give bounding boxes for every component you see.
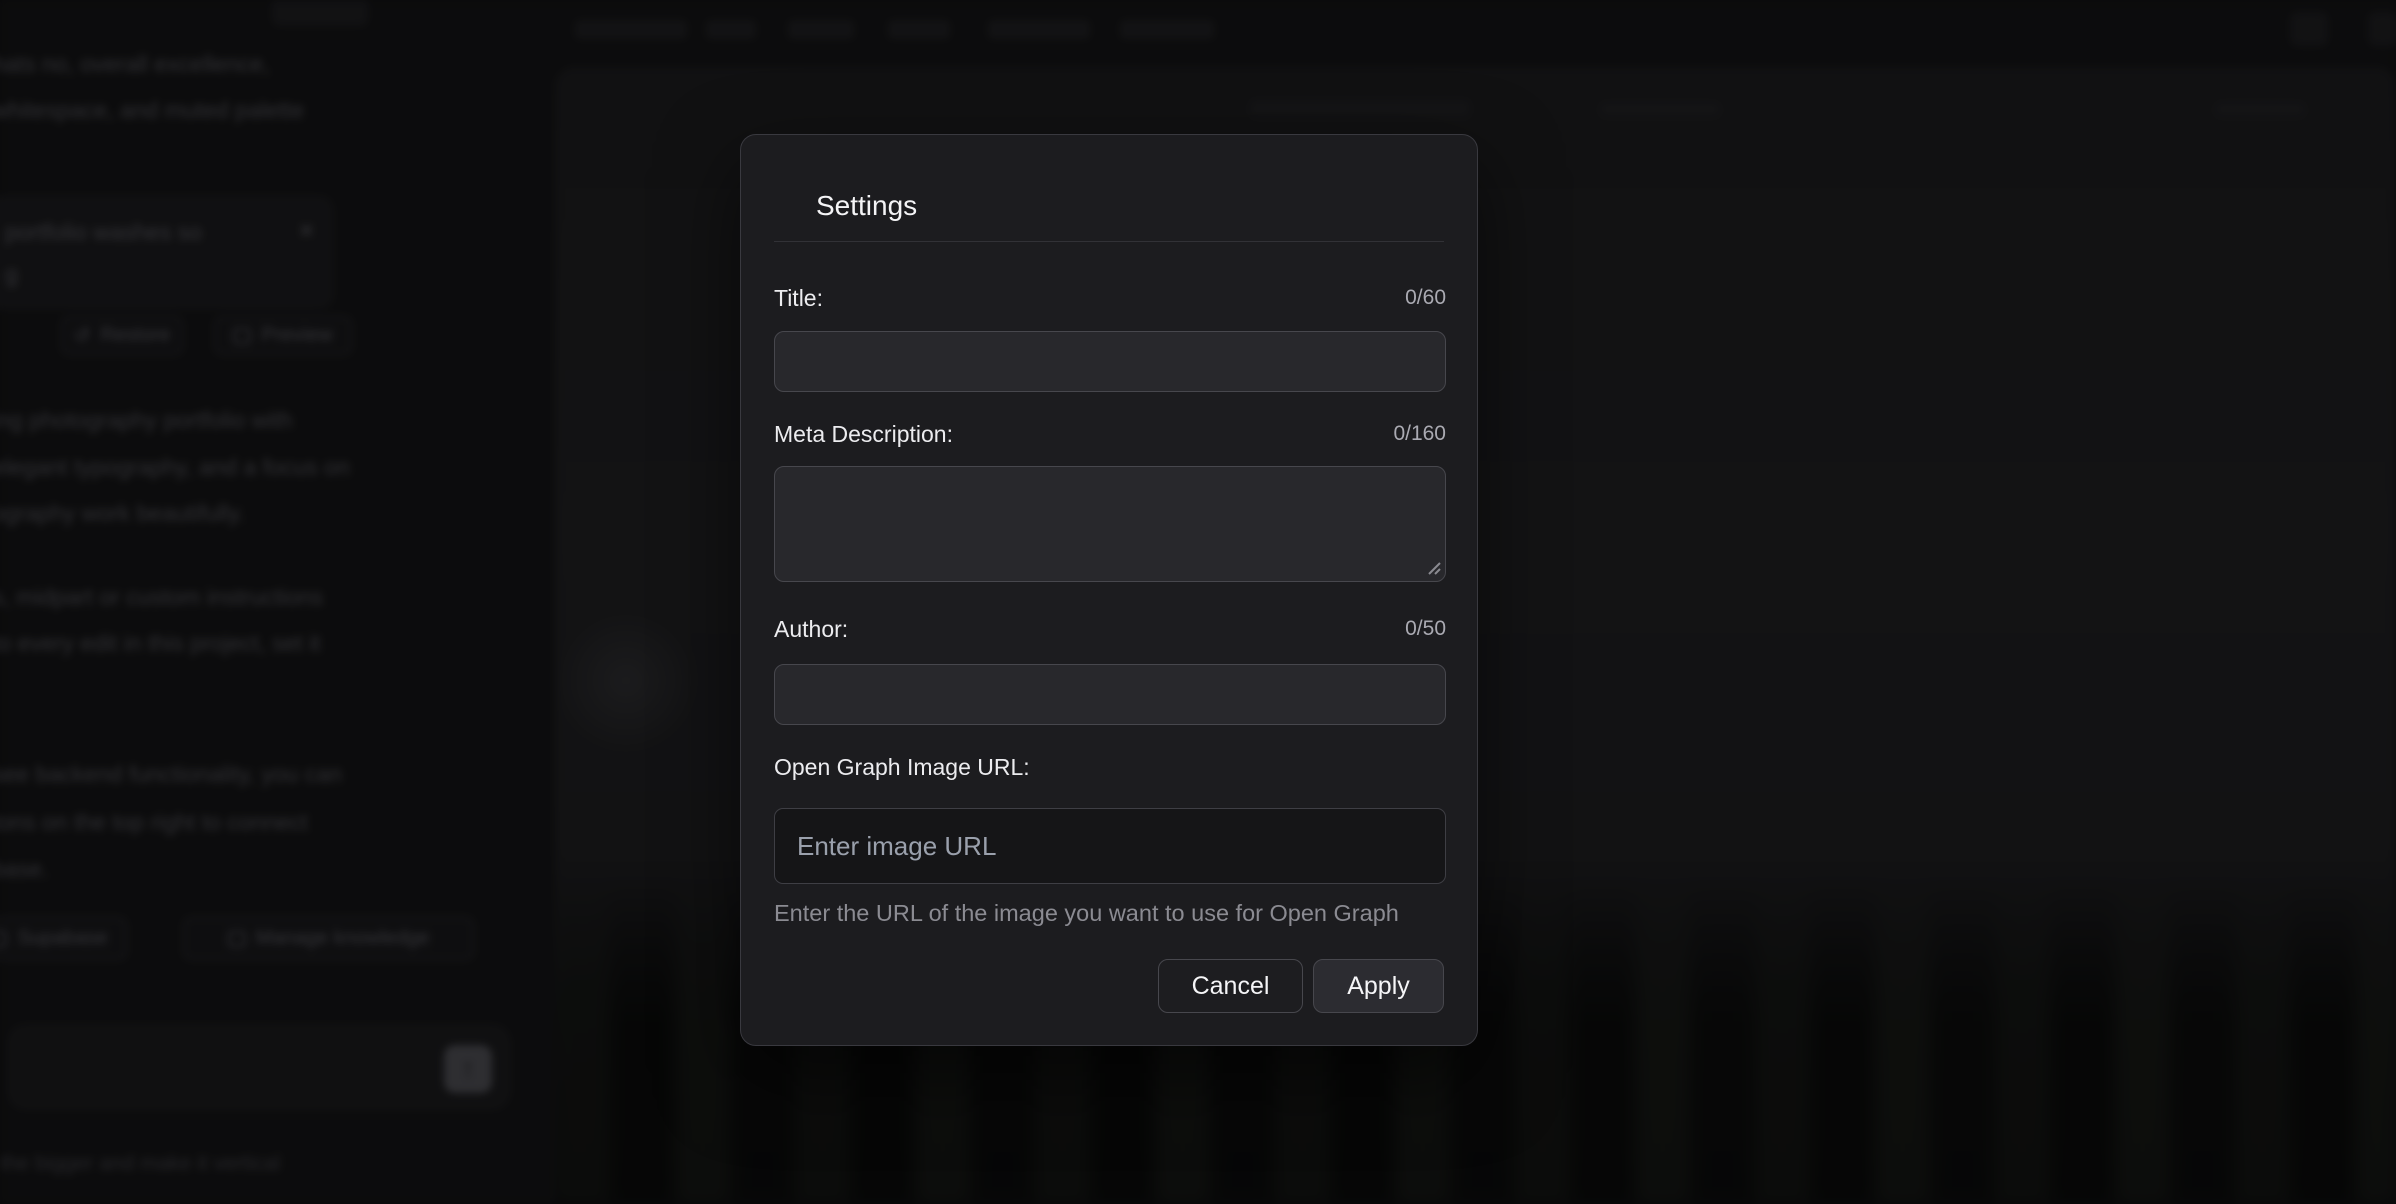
settings-dialog: Settings Title: 0/60 Meta Description: 0… [740,134,1478,1046]
title-counter: 0/60 [1405,286,1446,310]
author-label: Author: [774,616,848,643]
dialog-title: Settings [816,189,917,223]
screen: hats no, overall excellence, whitespace,… [0,0,2396,1204]
author-field-row: Author: 0/50 [774,614,1446,644]
title-label: Title: [774,285,823,312]
og-image-label: Open Graph Image URL: [774,754,1030,781]
og-image-helper-text: Enter the URL of the image you want to u… [774,899,1464,927]
divider [774,241,1444,242]
title-input[interactable] [774,331,1446,392]
meta-description-textarea[interactable] [774,466,1446,582]
cancel-button[interactable]: Cancel [1158,959,1303,1013]
author-input[interactable] [774,664,1446,725]
og-image-url-input[interactable] [774,808,1446,884]
meta-description-label: Meta Description: [774,421,953,448]
title-field-row: Title: 0/60 [774,283,1446,313]
meta-description-counter: 0/160 [1393,422,1446,446]
meta-description-field-row: Meta Description: 0/160 [774,419,1446,449]
apply-button[interactable]: Apply [1313,959,1444,1013]
author-counter: 0/50 [1405,617,1446,641]
og-image-field-row: Open Graph Image URL: [774,752,1446,782]
meta-description-wrap [774,466,1446,582]
